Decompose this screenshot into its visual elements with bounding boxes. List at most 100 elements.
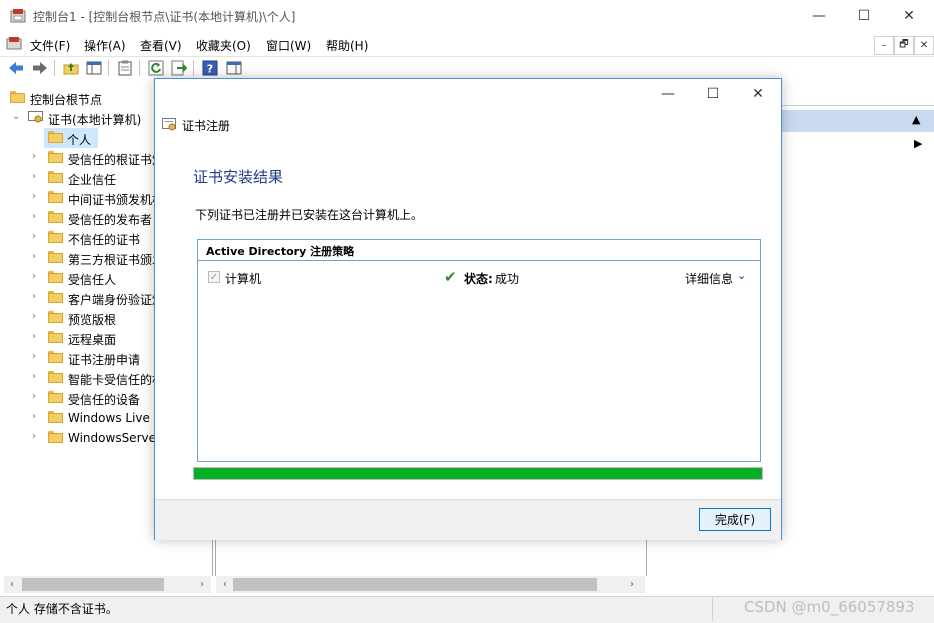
folder-icon <box>48 351 63 363</box>
expand-chevron-icon[interactable]: › <box>32 171 42 183</box>
tree-item-label: 智能卡受信任的根 <box>68 373 154 387</box>
progress-fill <box>194 468 762 479</box>
expand-chevron-icon[interactable]: › <box>32 231 42 243</box>
expand-chevron-icon[interactable]: › <box>32 411 42 423</box>
expand-chevron-icon[interactable]: › <box>32 431 42 443</box>
close-button[interactable]: ✕ <box>886 0 932 32</box>
tree-item-label: 中间证书颁发机构 <box>68 193 154 207</box>
folder-icon <box>48 211 63 223</box>
tree-item-label: 客户端身份验证颁 <box>68 293 154 307</box>
tree-item-label: WindowsServerUpd <box>68 431 154 445</box>
tree-item-label: 受信任的发布者 <box>68 213 153 227</box>
watermark-text: CSDN @m0_66057893 <box>744 598 915 616</box>
system-menu-icon[interactable] <box>6 36 22 51</box>
scroll-thumb[interactable] <box>233 578 597 591</box>
menu-window[interactable]: 窗口(W) <box>266 37 311 54</box>
refresh-icon[interactable] <box>147 59 165 77</box>
dialog-minimize-button[interactable]: — <box>646 83 690 105</box>
page-description: 下列证书已注册并已安装在这台计算机上。 <box>195 208 424 222</box>
expand-chevron-icon[interactable]: › <box>32 351 42 363</box>
tree-item-personal-selected[interactable]: 个人 <box>44 128 98 148</box>
collapse-up-icon[interactable]: ▲ <box>912 113 920 126</box>
chevron-down-icon[interactable]: ⌄ <box>737 269 746 282</box>
computer-checkbox[interactable]: ✓ <box>208 271 220 283</box>
scroll-left-icon[interactable]: ‹ <box>6 578 18 591</box>
help-icon[interactable]: ? <box>201 59 219 77</box>
tree-item-label: 受信任的根证书颁 <box>68 153 154 167</box>
menu-favorites[interactable]: 收藏夹(O) <box>196 37 251 54</box>
show-hide-tree-icon[interactable] <box>85 59 103 77</box>
show-hide-action-icon[interactable] <box>225 59 243 77</box>
up-folder-icon[interactable] <box>62 59 80 77</box>
scroll-left-icon[interactable]: ‹ <box>219 578 231 591</box>
collapse-chevron-icon[interactable]: ⌄ <box>12 111 22 123</box>
dialog-title: 证书注册 <box>182 119 231 133</box>
status-value: 成功 <box>495 272 520 286</box>
dialog-maximize-button[interactable]: ☐ <box>691 83 735 105</box>
folder-icon <box>48 251 63 263</box>
tree-item-label: 远程桌面 <box>68 333 117 347</box>
tree-item-label: 预览版根 <box>68 313 117 327</box>
folder-icon <box>48 431 63 443</box>
scroll-thumb[interactable] <box>22 578 164 591</box>
tree-item-label: 不信任的证书 <box>68 233 141 247</box>
menu-help[interactable]: 帮助(H) <box>326 37 368 54</box>
certificate-icon <box>162 118 176 131</box>
back-icon[interactable] <box>7 59 25 77</box>
folder-icon <box>48 411 63 423</box>
status-text: 个人 存储不含证书。 <box>6 602 118 616</box>
details-link[interactable]: 详细信息 <box>685 270 733 287</box>
expand-chevron-icon[interactable]: › <box>32 391 42 403</box>
toolbar-separator <box>139 60 140 76</box>
maximize-button[interactable]: ☐ <box>841 0 887 32</box>
export-list-icon[interactable] <box>170 59 188 77</box>
expand-chevron-icon[interactable]: › <box>32 371 42 383</box>
toolbar-separator <box>193 60 194 76</box>
tree-item-label: 受信任的设备 <box>68 393 141 407</box>
folder-icon <box>48 231 63 243</box>
folder-icon <box>48 331 63 343</box>
expand-chevron-icon[interactable]: › <box>32 291 42 303</box>
menu-action[interactable]: 操作(A) <box>84 37 126 54</box>
scroll-right-icon[interactable]: › <box>626 578 638 591</box>
expand-chevron-icon[interactable]: › <box>32 251 42 263</box>
expand-chevron-icon[interactable]: › <box>32 271 42 283</box>
folder-icon <box>48 371 63 383</box>
folder-icon <box>48 311 63 323</box>
minimize-button[interactable]: — <box>796 0 842 32</box>
folder-icon <box>48 171 63 183</box>
more-actions-arrow-icon[interactable]: ▶ <box>914 137 922 150</box>
expand-chevron-icon[interactable]: › <box>32 191 42 203</box>
dialog-footer <box>155 499 781 540</box>
folder-icon <box>48 271 63 283</box>
expand-chevron-icon[interactable]: › <box>32 151 42 163</box>
menu-view[interactable]: 查看(V) <box>140 37 182 54</box>
mdi-close-button[interactable]: ✕ <box>914 36 934 55</box>
mdi-restore-button[interactable]: 🗗 <box>894 36 914 55</box>
mdi-minimize-button[interactable]: – <box>874 36 894 55</box>
folder-icon <box>48 391 63 403</box>
scroll-right-icon[interactable]: › <box>196 578 208 591</box>
menu-file[interactable]: 文件(F) <box>30 37 70 54</box>
expand-chevron-icon[interactable]: › <box>32 211 42 223</box>
finish-button[interactable]: 完成(F) <box>699 508 771 531</box>
window-title: 控制台1 - [控制台根节点\证书(本地计算机)\个人] <box>33 10 296 24</box>
certificate-store-icon <box>28 111 43 123</box>
page-heading: 证书安装结果 <box>193 168 284 186</box>
tree-item-label: 证书(本地计算机) <box>48 113 142 127</box>
tree-item-label: 受信任人 <box>68 273 117 287</box>
forward-icon[interactable] <box>31 59 49 77</box>
expand-chevron-icon[interactable]: › <box>32 311 42 323</box>
mmc-app-icon <box>10 9 26 23</box>
toolbar-separator <box>108 60 109 76</box>
tree-item-label: 企业信任 <box>68 173 117 187</box>
status-divider <box>712 597 713 621</box>
expand-chevron-icon[interactable]: › <box>32 331 42 343</box>
success-check-icon: ✔ <box>444 268 457 286</box>
progress-bar <box>193 467 763 480</box>
folder-icon <box>48 291 63 303</box>
properties-icon[interactable] <box>116 59 134 77</box>
dialog-close-button[interactable]: ✕ <box>736 83 780 105</box>
policy-name: Active Directory 注册策略 <box>206 245 355 258</box>
tree-item-label: 第三方根证书颁发 <box>68 253 154 267</box>
